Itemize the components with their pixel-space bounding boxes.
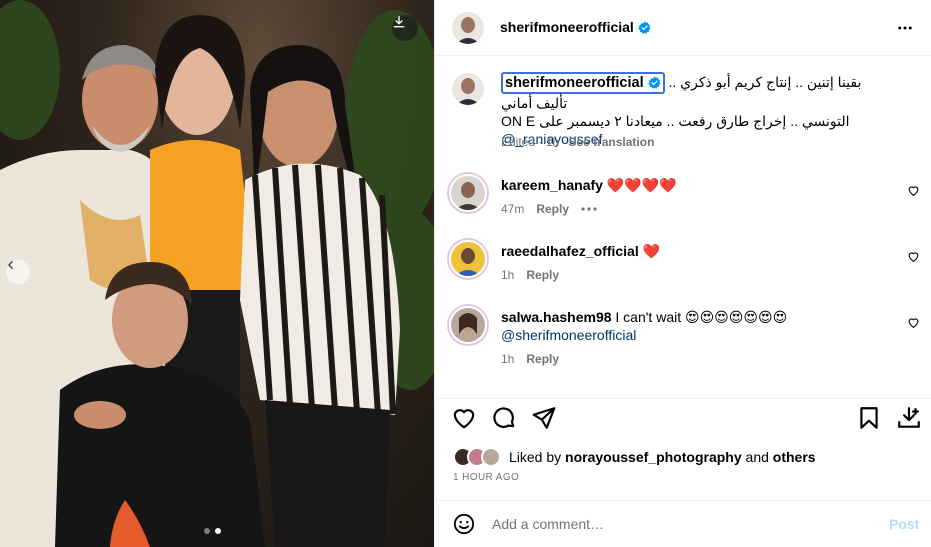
reply-button[interactable]: Reply	[526, 268, 559, 282]
comment-like-icon[interactable]	[907, 316, 920, 329]
comment-username[interactable]: kareem_hanafy	[501, 177, 603, 193]
comment-meta: 1h Reply	[501, 268, 559, 282]
download-icon	[393, 16, 405, 28]
carousel-dots	[204, 528, 221, 534]
comment-mention[interactable]: @sherifmoneerofficial	[501, 327, 636, 343]
comment-username[interactable]: raeedalhafez_official	[501, 243, 639, 259]
post-photo[interactable]	[0, 0, 434, 547]
heart-icon[interactable]	[451, 405, 477, 431]
caption-username[interactable]: sherifmoneerofficial	[501, 72, 665, 94]
liker-avatar[interactable]	[481, 447, 501, 467]
more-horizontal-icon[interactable]	[896, 19, 914, 37]
see-translation-button[interactable]: See translation	[568, 135, 654, 149]
post-side-panel: sherifmoneerofficial sherifmoneerofficia…	[434, 0, 931, 547]
verified-badge-icon	[638, 21, 651, 34]
likes-connector: and	[745, 449, 769, 465]
liker-avatars[interactable]	[453, 447, 501, 467]
caption-meta: Edited · 1h See translation	[501, 135, 654, 149]
smiley-icon[interactable]	[453, 513, 475, 535]
likes-summary: Liked by norayoussef_photography and oth…	[453, 447, 816, 467]
carousel-dot	[215, 528, 221, 534]
comment-meta: 47m Reply	[501, 202, 597, 216]
download-icon[interactable]	[896, 405, 922, 431]
photo-download-button[interactable]	[392, 15, 418, 41]
comment-avatar[interactable]	[449, 306, 487, 344]
author-username-text[interactable]: sherifmoneerofficial	[500, 19, 634, 35]
caption-edited: Edited · 1h	[501, 135, 560, 149]
post-actions	[435, 398, 931, 438]
likes-prefix: Liked by	[509, 449, 562, 465]
reply-button[interactable]: Reply	[526, 352, 559, 366]
carousel-prev-button[interactable]	[6, 260, 30, 284]
comment-text: I can't wait 😍😍😍😍😍😍😍	[615, 309, 788, 325]
more-horizontal-icon[interactable]	[581, 206, 597, 212]
comment-username[interactable]: salwa.hashem98	[501, 309, 612, 325]
reply-button[interactable]: Reply	[536, 202, 569, 216]
post-comment-button[interactable]: Post	[889, 516, 919, 532]
carousel-dot	[204, 528, 210, 534]
comment-like-icon[interactable]	[907, 250, 920, 263]
chevron-left-icon	[8, 261, 13, 269]
add-comment-input[interactable]	[492, 513, 852, 535]
comment-meta: 1h Reply	[501, 352, 559, 366]
verified-badge-icon	[647, 76, 661, 89]
comment-body: raeedalhafez_official ❤️	[501, 242, 891, 260]
comment-avatar[interactable]	[449, 174, 487, 212]
post-timestamp: 1 HOUR AGO	[453, 472, 520, 483]
add-comment-bar: Post	[435, 500, 931, 547]
author-username[interactable]: sherifmoneerofficial	[500, 19, 651, 35]
comment-body: salwa.hashem98 I can't wait 😍😍😍😍😍😍😍 @she…	[501, 308, 891, 344]
caption-text-line2: التونسي .. إخراج طارق رفعت .. ميعادنا ٢ …	[501, 113, 850, 129]
photo-scene	[0, 0, 434, 547]
comment-icon[interactable]	[491, 405, 517, 431]
comment-body: kareem_hanafy ❤️❤️❤️❤️	[501, 176, 891, 194]
send-icon[interactable]	[531, 405, 557, 431]
comment-like-icon[interactable]	[907, 184, 920, 197]
likes-others-link[interactable]: others	[773, 449, 816, 465]
bookmark-icon[interactable]	[856, 405, 882, 431]
liker-username[interactable]: norayoussef_photography	[565, 449, 742, 465]
comment-time: 1h	[501, 352, 515, 366]
comment-text: ❤️	[642, 243, 661, 259]
caption-username-text[interactable]: sherifmoneerofficial	[505, 75, 644, 91]
comment-avatar[interactable]	[449, 240, 487, 278]
comment-time: 47m	[501, 202, 525, 216]
post-header: sherifmoneerofficial	[435, 0, 931, 56]
comment-time: 1h	[501, 268, 515, 282]
author-avatar[interactable]	[452, 12, 484, 44]
caption-avatar[interactable]	[452, 73, 484, 105]
comment-text: ❤️❤️❤️❤️	[606, 177, 677, 193]
